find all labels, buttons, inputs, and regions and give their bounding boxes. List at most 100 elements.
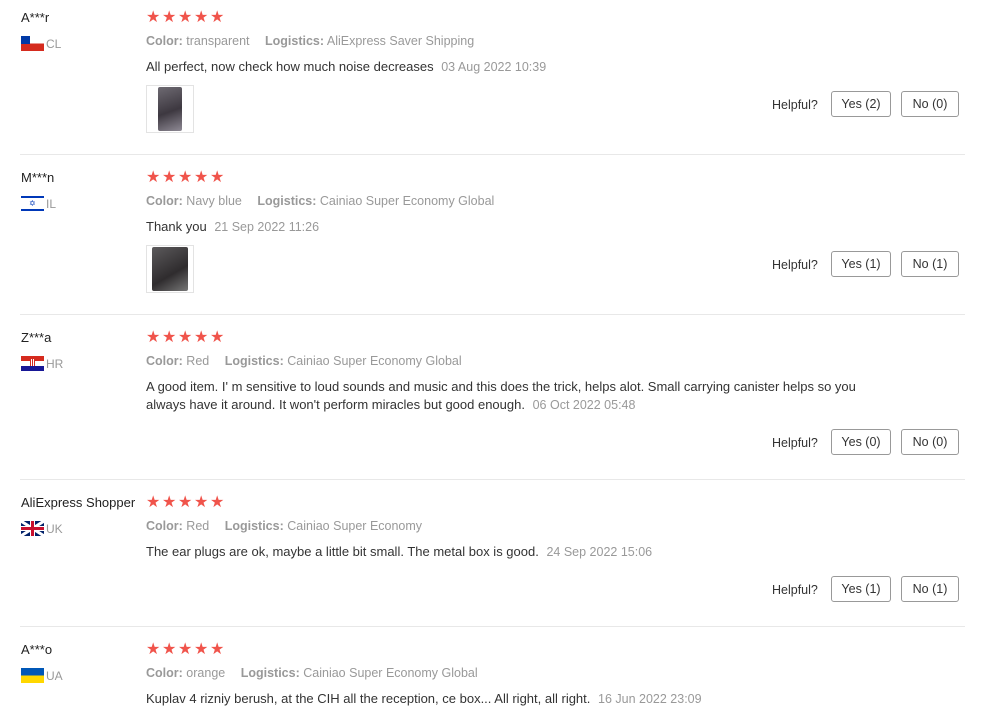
review-image-thumbnail[interactable]	[146, 245, 194, 293]
helpful-no-button[interactable]: No (1)	[901, 251, 959, 277]
star-icon: ★	[162, 641, 177, 658]
review-date: 21 Sep 2022 11:26	[214, 220, 320, 234]
review-body: Kuplav 4 rizniy berush, at the CIH all t…	[146, 691, 591, 706]
color-label: Color:	[146, 354, 183, 368]
logistics-label: Logistics:	[224, 519, 284, 533]
review-divider	[20, 626, 965, 627]
helpful-label: Helpful?	[772, 583, 818, 597]
star-rating: ★ ★ ★ ★ ★	[146, 170, 224, 186]
review-text: Thank you 21 Sep 2022 11:26	[146, 218, 886, 236]
review-meta: Color: Red Logistics: Cainiao Super Econ…	[146, 354, 462, 368]
review-image	[158, 87, 182, 131]
review-text: Kuplav 4 rizniy berush, at the CIH all t…	[146, 690, 886, 708]
country-code: CL	[46, 36, 62, 51]
reviewer-country: UA	[21, 668, 63, 683]
star-icon: ★	[210, 9, 225, 26]
country-code: HR	[46, 356, 64, 371]
review-meta: Color: transparent Logistics: AliExpress…	[146, 34, 474, 48]
helpful-label: Helpful?	[772, 436, 818, 450]
reviewer-name: A***o	[21, 642, 53, 657]
country-code: UA	[46, 668, 63, 683]
logistics-label: Logistics:	[224, 354, 284, 368]
review-body: A good item. I' m sensitive to loud soun…	[146, 379, 856, 412]
star-icon: ★	[146, 9, 161, 26]
review-text: The ear plugs are ok, maybe a little bit…	[146, 543, 886, 561]
star-icon: ★	[178, 169, 193, 186]
review-date: 03 Aug 2022 10:39	[441, 60, 547, 74]
color-value: transparent	[186, 34, 250, 48]
helpful-no-button[interactable]: No (0)	[901, 429, 959, 455]
color-label: Color:	[146, 34, 183, 48]
review-date: 06 Oct 2022 05:48	[532, 398, 636, 412]
star-icon: ★	[162, 169, 177, 186]
color-label: Color:	[146, 666, 183, 680]
star-rating: ★ ★ ★ ★ ★	[146, 495, 224, 511]
star-icon: ★	[210, 169, 225, 186]
uk-flag-icon	[21, 521, 44, 536]
star-icon: ★	[210, 329, 225, 346]
star-icon: ★	[194, 641, 209, 658]
country-code: IL	[46, 196, 57, 211]
review-meta: Color: Red Logistics: Cainiao Super Econ…	[146, 519, 422, 533]
review-image-thumbnail[interactable]	[146, 85, 194, 133]
review-divider	[20, 154, 965, 155]
reviewer-name: M***n	[21, 170, 55, 185]
review-divider	[20, 479, 965, 480]
logistics-value: Cainiao Super Economy Global	[287, 354, 462, 368]
logistics-value: Cainiao Super Economy Global	[319, 194, 495, 208]
star-icon: ★	[178, 494, 193, 511]
color-value: Red	[186, 354, 210, 368]
logistics-label: Logistics:	[240, 666, 300, 680]
review-date: 24 Sep 2022 15:06	[546, 545, 653, 559]
review-body: The ear plugs are ok, maybe a little bit…	[146, 544, 539, 559]
logistics-value: Cainiao Super Economy	[287, 519, 423, 533]
star-icon: ★	[146, 329, 161, 346]
review-meta: Color: Navy blue Logistics: Cainiao Supe…	[146, 194, 494, 208]
logistics-label: Logistics:	[265, 34, 325, 48]
star-rating: ★ ★ ★ ★ ★	[146, 642, 224, 658]
star-icon: ★	[210, 641, 225, 658]
star-icon: ★	[178, 641, 193, 658]
helpful-yes-button[interactable]: Yes (1)	[831, 251, 891, 277]
color-label: Color:	[146, 519, 183, 533]
star-icon: ★	[146, 169, 161, 186]
helpful-yes-button[interactable]: Yes (2)	[831, 91, 891, 117]
reviewer-country: HR	[21, 356, 63, 371]
ukraine-flag-icon	[21, 668, 44, 683]
star-icon: ★	[210, 494, 225, 511]
reviewer-country: UK	[21, 521, 63, 536]
star-icon: ★	[146, 641, 161, 658]
star-rating: ★ ★ ★ ★ ★	[146, 330, 224, 346]
reviewer-name: Z***a	[21, 330, 52, 345]
review-text: All perfect, now check how much noise de…	[146, 58, 886, 76]
helpful-label: Helpful?	[772, 98, 818, 112]
color-label: Color:	[146, 194, 183, 208]
star-icon: ★	[194, 9, 209, 26]
star-icon: ★	[178, 329, 193, 346]
helpful-no-button[interactable]: No (1)	[901, 576, 959, 602]
logistics-label: Logistics:	[257, 194, 317, 208]
review-body: Thank you	[146, 219, 207, 234]
reviewer-name: AliExpress Shopper	[21, 495, 136, 510]
review-date: 16 Jun 2022 23:09	[598, 692, 702, 706]
star-icon: ★	[194, 329, 209, 346]
star-rating: ★ ★ ★ ★ ★	[146, 10, 224, 26]
country-code: UK	[46, 521, 63, 536]
color-value: orange	[186, 666, 226, 680]
reviewer-country: CL	[21, 36, 61, 51]
color-value: Red	[186, 519, 210, 533]
helpful-yes-button[interactable]: Yes (0)	[831, 429, 891, 455]
review-image	[152, 247, 188, 291]
croatia-flag-icon	[21, 356, 44, 371]
review-meta: Color: orange Logistics: Cainiao Super E…	[146, 666, 478, 680]
chile-flag-icon	[21, 36, 44, 51]
helpful-no-button[interactable]: No (0)	[901, 91, 959, 117]
star-icon: ★	[194, 494, 209, 511]
star-icon: ★	[162, 9, 177, 26]
star-icon: ★	[162, 329, 177, 346]
israel-flag-icon: ✡	[21, 196, 44, 211]
star-icon: ★	[194, 169, 209, 186]
star-icon: ★	[162, 494, 177, 511]
helpful-yes-button[interactable]: Yes (1)	[831, 576, 891, 602]
review-text: A good item. I' m sensitive to loud soun…	[146, 378, 886, 414]
